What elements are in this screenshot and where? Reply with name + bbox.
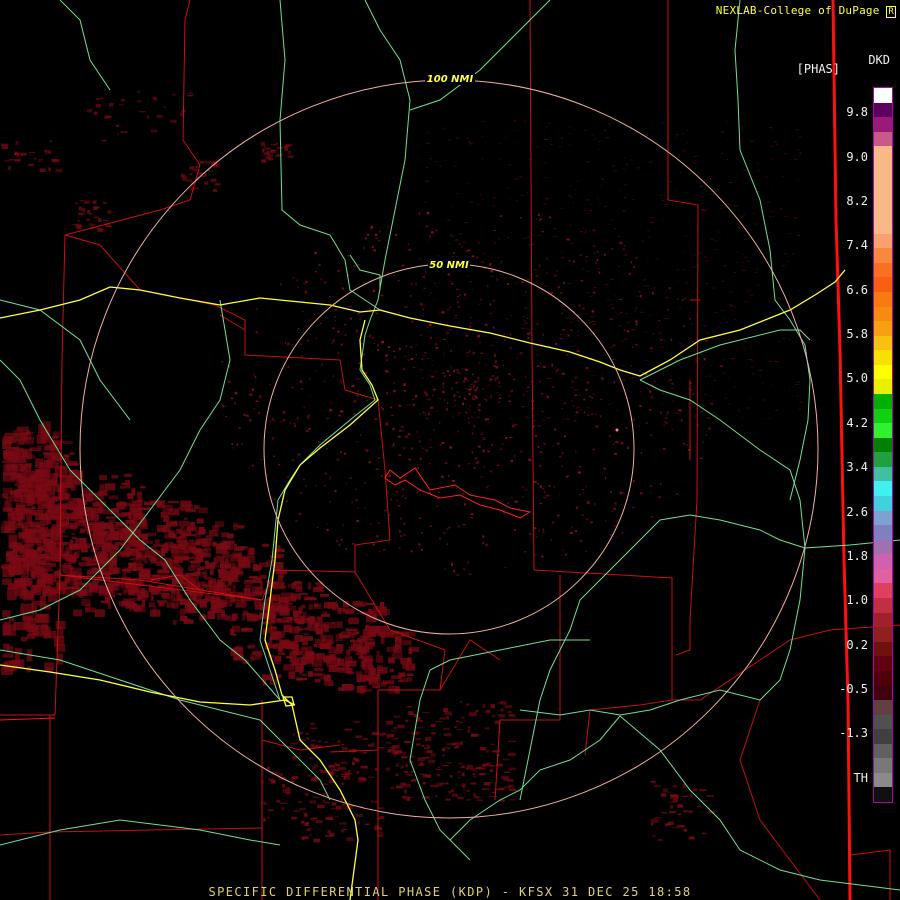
color-scale-tick-label: 4.2 — [846, 416, 868, 430]
ring-label-50: 50 NMI — [429, 260, 469, 271]
color-scale-swatch — [874, 190, 892, 206]
color-scale-tick-label: 5.0 — [846, 371, 868, 385]
color-scale-tick-label: 5.8 — [846, 327, 868, 341]
color-scale-swatch — [874, 131, 892, 147]
color-scale-swatch — [874, 510, 892, 526]
rivers — [0, 0, 900, 891]
units-label: [PHAS] — [796, 62, 840, 76]
color-scale-bar — [873, 87, 893, 803]
color-scale-swatch — [874, 466, 892, 482]
product-footer: SPECIFIC DIFFERENTIAL PHASE (KDP) - KFSX… — [208, 885, 692, 899]
color-scale-tick-label: -1.3 — [839, 726, 868, 740]
color-scale-swatch — [874, 700, 892, 716]
color-scale-swatch — [874, 160, 892, 176]
color-scale-swatch — [874, 772, 892, 788]
color-scale-swatch — [874, 598, 892, 614]
color-scale-swatch — [874, 554, 892, 570]
color-scale-swatch — [874, 729, 892, 745]
color-scale-swatch — [874, 262, 892, 278]
color-scale-tick-label: 3.4 — [846, 460, 868, 474]
color-scale-swatch — [874, 88, 892, 104]
color-scale-swatch — [874, 627, 892, 643]
color-scale-swatch — [874, 146, 892, 162]
color-scale-tick-label: 2.6 — [846, 505, 868, 519]
credit-label: NEXLAB-College of DuPage R — [715, 4, 896, 18]
product-code: DKD — [868, 53, 890, 67]
color-scale-swatch — [874, 496, 892, 512]
color-scale-tick-label: 8.2 — [846, 194, 868, 208]
color-scale-swatch — [874, 117, 892, 133]
color-scale-tick-label: TH — [853, 771, 868, 785]
color-scale-swatch — [874, 583, 892, 599]
color-scale-tick-label: 7.4 — [846, 238, 868, 252]
color-scale-swatch — [874, 525, 892, 541]
radar-display: 100 NMI 50 NMI NEXLAB-College of DuPage … — [0, 0, 900, 900]
radar-echoes — [0, 90, 804, 843]
color-scale-swatch — [874, 787, 892, 803]
color-scale-swatch — [874, 670, 892, 686]
color-scale-tick-label: -0.5 — [839, 682, 868, 696]
color-scale-swatch — [874, 394, 892, 410]
color-scale-swatch — [874, 306, 892, 322]
color-scale-swatch — [874, 204, 892, 220]
color-scale-swatch — [874, 248, 892, 264]
county-lines — [0, 0, 900, 900]
color-scale-tick-label: 9.0 — [846, 150, 868, 164]
color-scale-swatch — [874, 233, 892, 249]
color-scale-swatch — [874, 350, 892, 366]
color-scale-swatch — [874, 277, 892, 293]
color-scale-swatch — [874, 175, 892, 191]
color-scale-swatch — [874, 539, 892, 555]
color-scale-swatch — [874, 714, 892, 730]
color-scale-swatch — [874, 364, 892, 380]
color-scale-tick-label: 0.2 — [846, 638, 868, 652]
color-scale-swatch — [874, 452, 892, 468]
color-scale-swatch — [874, 423, 892, 439]
color-scale-tick-label: 6.6 — [846, 283, 868, 297]
color-scale-swatch — [874, 408, 892, 424]
color-scale-swatch — [874, 656, 892, 672]
color-scale-swatch — [874, 685, 892, 701]
state-line — [831, 0, 852, 900]
color-scale-swatch — [874, 102, 892, 118]
color-scale-tick-label: 1.0 — [846, 593, 868, 607]
color-scale-swatch — [874, 568, 892, 584]
color-scale-swatch — [874, 219, 892, 235]
color-scale-swatch — [874, 437, 892, 453]
radar-map: 100 NMI 50 NMI — [0, 0, 900, 900]
radar-site-marker — [615, 428, 619, 432]
state-line-west — [0, 717, 56, 721]
color-scale-swatch — [874, 481, 892, 497]
color-scale-swatch — [874, 641, 892, 657]
color-scale-swatch — [874, 321, 892, 337]
color-scale-swatch — [874, 292, 892, 308]
color-scale-swatch — [874, 758, 892, 774]
color-scale-swatch — [874, 335, 892, 351]
registered-mark-icon: R — [886, 6, 896, 18]
color-scale-tick-label: 1.8 — [846, 549, 868, 563]
color-scale-tick-label: 9.8 — [846, 105, 868, 119]
ring-label-100: 100 NMI — [427, 74, 474, 85]
color-scale-swatch — [874, 612, 892, 628]
color-scale-swatch — [874, 743, 892, 759]
color-scale-swatch — [874, 379, 892, 395]
